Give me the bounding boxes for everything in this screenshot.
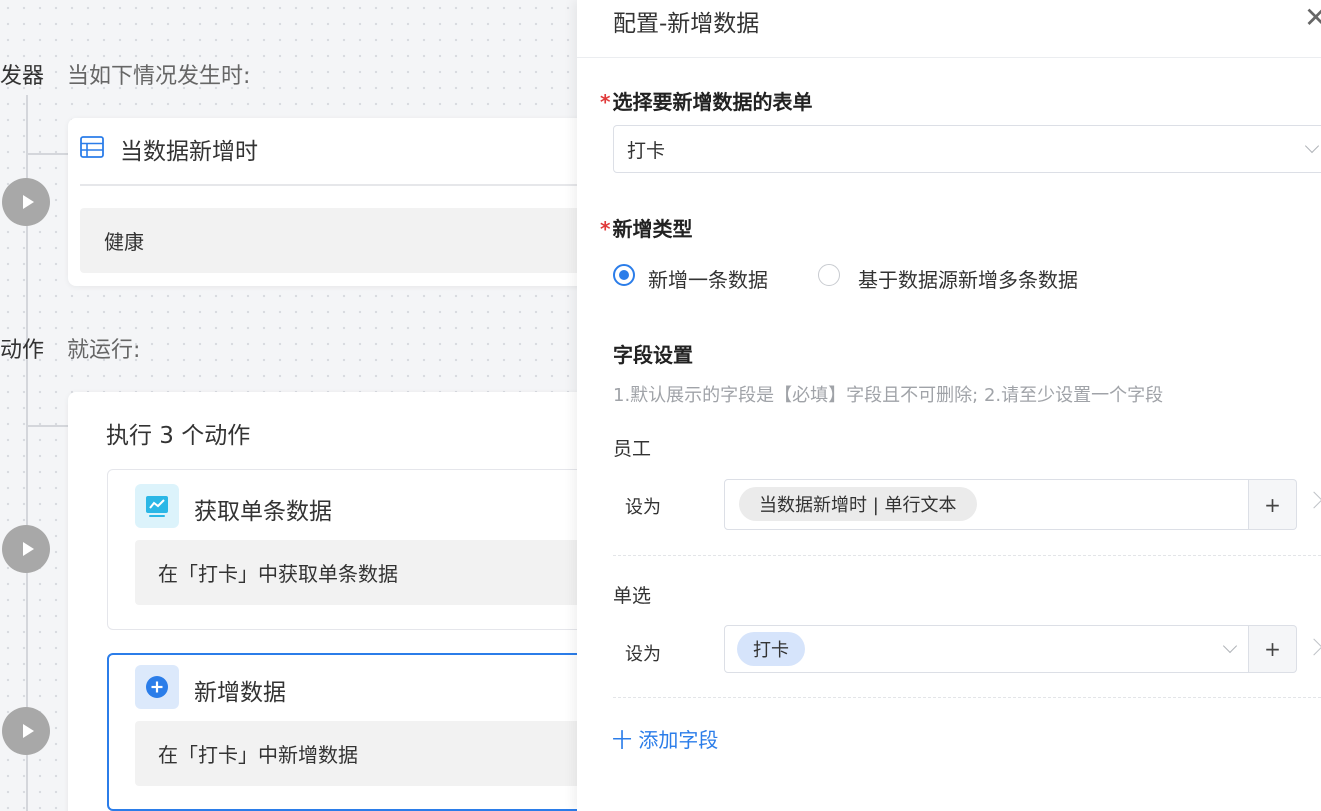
single-select-value-input[interactable]: 打卡 [724,625,1249,673]
divider [613,555,1321,556]
form-select[interactable]: 打卡 [613,125,1321,173]
required-mark: * [600,217,611,241]
action-group-card: 执行 3 个动作 获取单条数据 在「打卡」中获取单条数据 新增数据 在「打卡」中… [68,392,600,811]
action-card-add-data[interactable]: 新增数据 在「打卡」中新增数据 [107,653,599,811]
drawer-title: 配置-新增数据 [613,11,760,37]
action-connector [26,425,68,427]
form-select-label: * 选择要新增数据的表单 [600,86,812,115]
trigger-card-title: 当数据新增时 [120,139,258,165]
employee-value-input[interactable]: 当数据新增时 | 单行文本 [724,479,1249,530]
value-tag[interactable]: 当数据新增时 | 单行文本 [739,487,977,521]
radio-add-one[interactable] [613,264,635,286]
field-settings-hint: 1.默认展示的字段是【必填】字段且不可删除; 2.请至少设置一个字段 [613,385,1164,406]
add-type-label-text: 新增类型 [612,217,693,241]
radio-add-multiple[interactable] [818,264,840,286]
play-icon[interactable] [2,178,50,226]
chevron-down-icon [1222,638,1238,654]
insert-variable-button[interactable]: + [1249,625,1297,673]
field-name-single-select: 单选 [613,585,652,607]
trigger-card-body: 健康 [80,208,600,273]
chevron-down-icon [1304,138,1320,154]
chart-icon [135,484,179,528]
divider [613,697,1321,698]
action-group-title: 执行 3 个动作 [106,423,251,449]
add-type-label: * 新增类型 [600,213,692,242]
chevron-right-icon[interactable] [1305,638,1321,656]
radio-add-one-label[interactable]: 新增一条数据 [648,264,768,293]
form-select-value: 打卡 [627,140,666,162]
trigger-section-desc: 当如下情况发生时: [67,64,251,89]
trigger-section-title: 发器 [0,64,45,89]
action-card-body: 在「打卡」中新增数据 [135,721,599,786]
add-field-button[interactable]: 十 添加字段 [612,724,718,753]
action-card-title: 新增数据 [194,680,286,706]
set-as-label: 设为 [625,497,661,518]
radio-add-multiple-label[interactable]: 基于数据源新增多条数据 [858,264,1078,293]
field-settings-title: 字段设置 [613,343,693,367]
action-section-title: 动作 [0,338,45,363]
play-icon[interactable] [2,707,50,755]
action-card-get-single[interactable]: 获取单条数据 在「打卡」中获取单条数据 [107,469,598,630]
trigger-card[interactable]: 当数据新增时 健康 [68,118,600,286]
action-card-body: 在「打卡」中获取单条数据 [135,540,598,605]
set-as-label: 设为 [625,644,661,665]
action-card-title: 获取单条数据 [194,499,332,525]
close-icon[interactable]: ✕ [1304,4,1321,32]
table-icon [80,136,104,158]
flow-canvas: 发器 当如下情况发生时: 当数据新增时 健康 动作 就运行: 执行 3 个动作 [0,0,600,811]
field-name-employee: 员工 [613,438,652,460]
plus-circle-icon [135,665,179,709]
form-select-label-text: 选择要新增数据的表单 [612,90,813,114]
action-section-desc: 就运行: [67,338,141,363]
insert-variable-button[interactable]: + [1249,479,1297,530]
chevron-right-icon[interactable] [1305,491,1321,509]
config-drawer: 配置-新增数据 ✕ * 选择要新增数据的表单 打卡 * 新增类型 新增一条数据 基于… [577,0,1321,811]
divider [80,184,600,186]
trigger-connector [26,153,68,155]
required-mark: * [600,90,611,114]
value-tag[interactable]: 打卡 [737,632,805,666]
drawer-header: 配置-新增数据 ✕ [577,0,1321,58]
play-icon[interactable] [2,525,50,573]
